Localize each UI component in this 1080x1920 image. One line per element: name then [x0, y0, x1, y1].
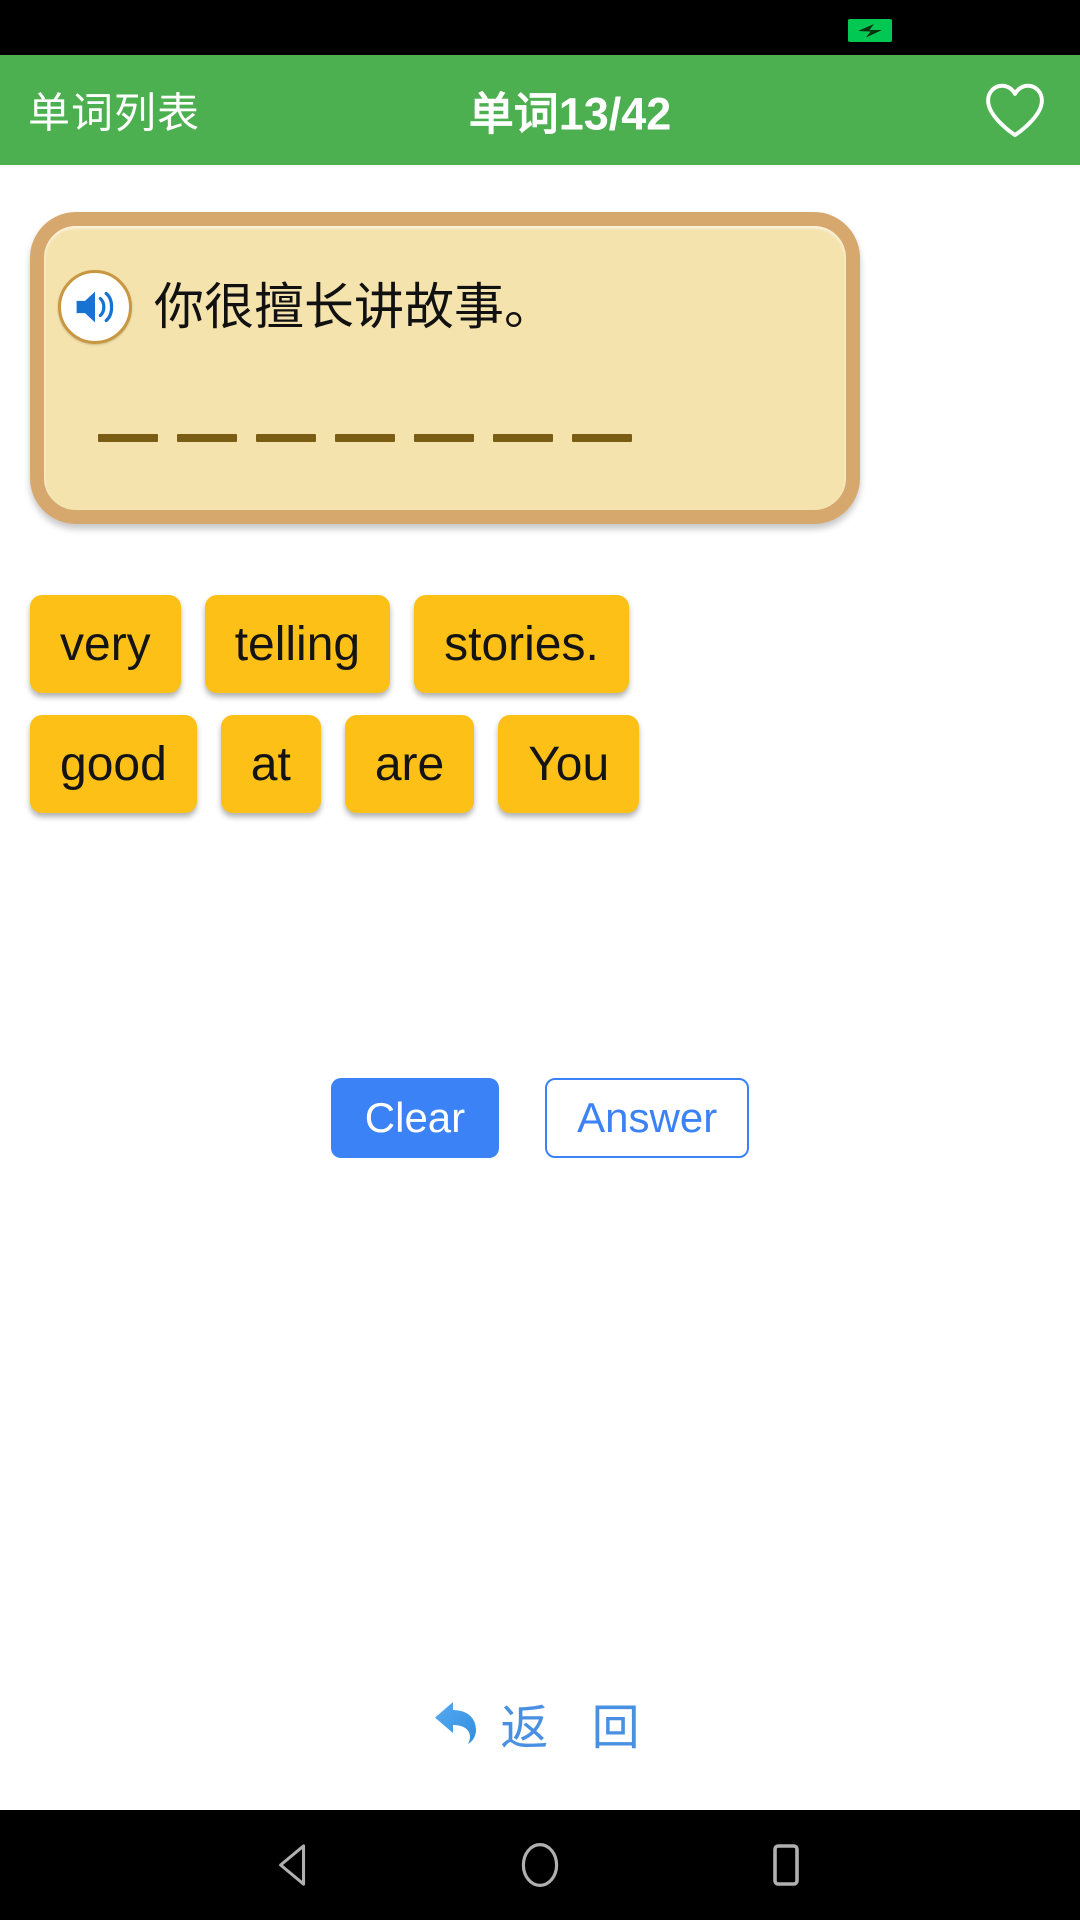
blank-slot[interactable]	[493, 434, 553, 442]
page-title: 单词13/42	[468, 88, 672, 140]
word-tile[interactable]: are	[344, 715, 475, 813]
blank-slot[interactable]	[98, 434, 158, 442]
speaker-volume-icon[interactable]	[58, 270, 132, 344]
card-surface	[30, 212, 860, 524]
answer-button[interactable]: Answer	[545, 1078, 750, 1158]
word-tile[interactable]: good	[30, 715, 197, 813]
triangle-back-icon[interactable]	[264, 1835, 324, 1895]
answer-blanks	[98, 434, 632, 442]
status-bar	[0, 0, 1080, 55]
card-sentence-row: 你很擅长讲故事。	[58, 270, 832, 344]
app-bar: 单词列表 单词13/42	[0, 55, 1080, 165]
back-link-label: 返 回	[500, 1700, 654, 1756]
word-tile-row: good at are You	[30, 715, 750, 813]
heart-outline-icon[interactable]	[980, 75, 1050, 145]
android-nav-bar	[0, 1810, 1080, 1920]
word-tile-row: very telling stories.	[30, 595, 750, 693]
word-tile[interactable]: stories.	[414, 595, 629, 693]
word-tile[interactable]: at	[220, 715, 321, 813]
app-screen: 单词列表 单词13/42 你很擅长讲故事。 very telling stori…	[0, 0, 1080, 1920]
circle-home-icon[interactable]	[510, 1835, 570, 1895]
word-tile[interactable]: You	[498, 715, 640, 813]
blank-slot[interactable]	[335, 434, 395, 442]
blank-slot[interactable]	[414, 434, 474, 442]
battery-charging-icon	[848, 19, 892, 42]
blank-slot[interactable]	[572, 434, 632, 442]
blank-slot[interactable]	[177, 434, 237, 442]
sentence-card: 你很擅长讲故事。	[30, 212, 860, 524]
word-tile-area: very telling stories. good at are You	[30, 595, 750, 835]
blank-slot[interactable]	[256, 434, 316, 442]
chinese-sentence: 你很擅长讲故事。	[154, 277, 554, 336]
word-tile[interactable]: very	[30, 595, 181, 693]
action-button-row: Clear Answer	[0, 1078, 1080, 1158]
square-recents-icon[interactable]	[756, 1835, 816, 1895]
word-tile[interactable]: telling	[204, 595, 391, 693]
back-arrow-icon	[426, 1691, 490, 1756]
card-inner-highlight	[44, 226, 846, 510]
clear-button[interactable]: Clear	[330, 1078, 500, 1158]
back-link[interactable]: 返 回	[0, 1688, 1080, 1758]
